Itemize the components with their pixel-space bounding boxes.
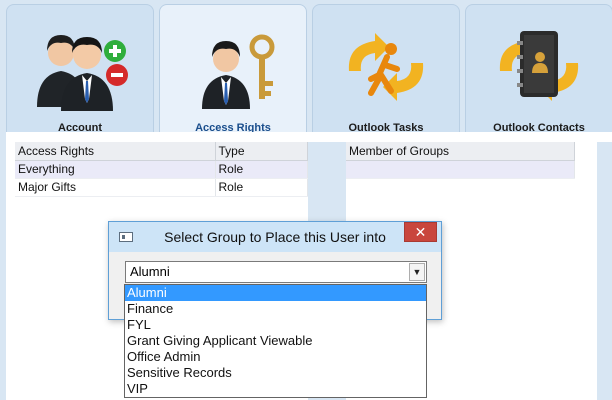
cell-access-right: Everything [15, 160, 216, 179]
panel-edge [597, 142, 612, 400]
cell-type: Role [215, 160, 308, 179]
dropdown-option-vip[interactable]: VIP [125, 381, 426, 397]
chevron-down-icon[interactable]: ▼ [409, 263, 425, 281]
group-select-value: Alumni [130, 264, 170, 279]
user-key-icon [160, 19, 306, 115]
tab-account[interactable]: Account [6, 4, 154, 136]
dropdown-option-office-admin[interactable]: Office Admin [125, 349, 426, 365]
table-row[interactable] [346, 160, 575, 179]
dialog-title: Select Group to Place this User into [164, 229, 386, 245]
dialog-titlebar[interactable]: Select Group to Place this User into ✕ [109, 222, 441, 252]
close-button[interactable]: ✕ [404, 222, 437, 242]
dropdown-option-grant-giving[interactable]: Grant Giving Applicant Viewable [125, 333, 426, 349]
tab-outlook-contacts[interactable]: Outlook Contacts [465, 4, 612, 136]
tasks-sync-icon [313, 19, 459, 115]
group-dropdown-list[interactable]: Alumni Finance FYL Grant Giving Applican… [124, 284, 427, 398]
column-header-type[interactable]: Type [215, 142, 308, 161]
users-add-remove-icon [7, 19, 153, 115]
dropdown-option-fyl[interactable]: FYL [125, 317, 426, 333]
cell-access-right: Major Gifts [15, 178, 216, 197]
tab-outlook-tasks[interactable]: Outlook Tasks [312, 4, 460, 136]
table-row[interactable]: Major Gifts Role [15, 178, 308, 197]
grid-header-row: Member of Groups [346, 142, 575, 161]
column-header-access-rights[interactable]: Access Rights [15, 142, 216, 161]
cell-type: Role [215, 178, 308, 197]
group-select[interactable]: Alumni ▼ [125, 261, 427, 283]
grid-header-row: Access Rights Type [15, 142, 308, 161]
table-row[interactable]: Everything Role [15, 160, 308, 179]
dropdown-option-finance[interactable]: Finance [125, 301, 426, 317]
cell-group [346, 160, 575, 179]
dropdown-option-sensitive-records[interactable]: Sensitive Records [125, 365, 426, 381]
contacts-sync-icon [466, 19, 612, 115]
tab-access-rights[interactable]: Access Rights [159, 4, 307, 136]
column-header-member-of-groups[interactable]: Member of Groups [346, 142, 575, 161]
dropdown-option-alumni[interactable]: Alumni [125, 285, 426, 301]
